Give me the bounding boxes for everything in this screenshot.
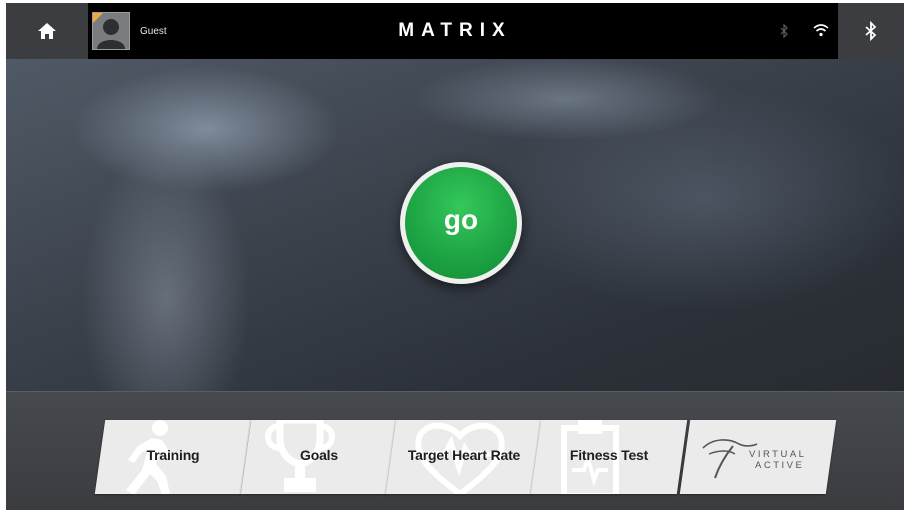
bottom-menu-bar: Training Goals Target Heart Rate Fitness…	[6, 391, 904, 510]
bluetooth-icon	[865, 21, 877, 41]
target-heart-rate-tile[interactable]: Target Heart Rate	[385, 420, 543, 494]
bluetooth-status-icon	[780, 24, 788, 38]
bluetooth-button[interactable]	[838, 3, 904, 59]
goals-tile[interactable]: Goals	[240, 420, 398, 494]
app-screen: Guest MATRIX go Training Goals Target He…	[6, 3, 904, 510]
virtual-active-wordmark: VIRTUAL ACTIVE	[749, 449, 806, 471]
virtual-active-tile[interactable]: VIRTUAL ACTIVE	[679, 420, 837, 494]
go-label: go	[443, 204, 479, 235]
active-label: ACTIVE	[755, 460, 805, 471]
go-button[interactable]: go	[400, 162, 522, 284]
target-heart-rate-label: Target Heart Rate	[407, 447, 521, 463]
goals-label: Goals	[300, 447, 338, 463]
go-button-face: go	[405, 167, 517, 279]
wifi-icon	[813, 24, 829, 37]
top-bar: Guest MATRIX	[6, 3, 904, 59]
training-tile[interactable]: Training	[94, 420, 252, 494]
virtual-label: VIRTUAL	[749, 449, 807, 460]
training-label: Training	[146, 447, 200, 463]
fitness-test-tile[interactable]: Fitness Test	[530, 420, 688, 494]
brand-logo: MATRIX	[398, 20, 512, 41]
main-background: go	[6, 59, 904, 391]
fitness-test-label: Fitness Test	[569, 447, 649, 463]
